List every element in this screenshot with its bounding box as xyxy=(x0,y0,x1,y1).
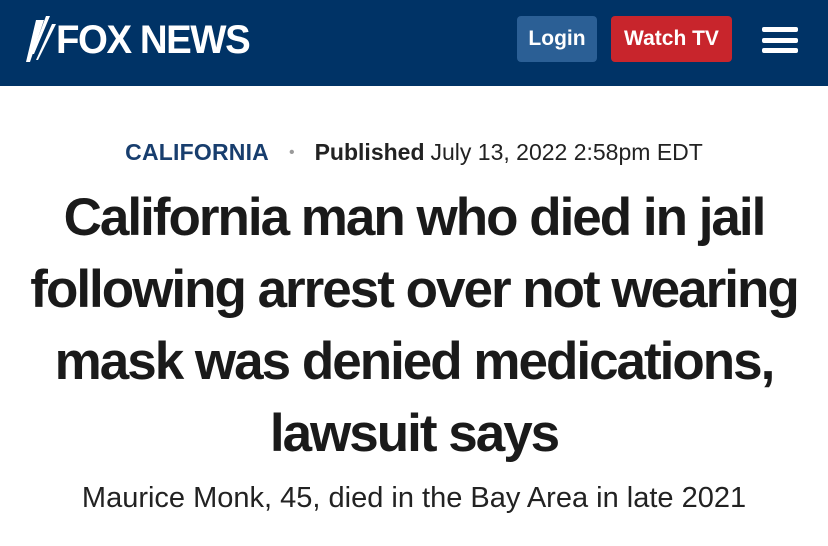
meta-separator: • xyxy=(288,144,295,161)
published-date: July 13, 2022 2:58pm EDT xyxy=(430,138,703,165)
site-header: FOX NEWS Login Watch TV xyxy=(0,0,828,86)
hamburger-menu-icon[interactable] xyxy=(762,27,798,53)
watch-tv-button[interactable]: Watch TV xyxy=(611,16,732,62)
published-label: Published xyxy=(314,138,425,165)
article-headline: California man who died in jail followin… xyxy=(30,188,799,463)
article-subheadline: Maurice Monk, 45, died in the Bay Area i… xyxy=(81,482,747,514)
logo-text: FOX NEWS xyxy=(56,18,251,62)
menu-bar xyxy=(762,37,798,43)
login-button[interactable]: Login xyxy=(517,16,597,62)
article-meta: CALIFORNIA • Published July 13, 2022 2:5… xyxy=(0,136,828,168)
menu-bar xyxy=(762,27,798,32)
menu-bar xyxy=(762,48,798,53)
category-link[interactable]: CALIFORNIA xyxy=(125,139,269,166)
fox-news-logo[interactable]: FOX NEWS xyxy=(22,14,257,66)
